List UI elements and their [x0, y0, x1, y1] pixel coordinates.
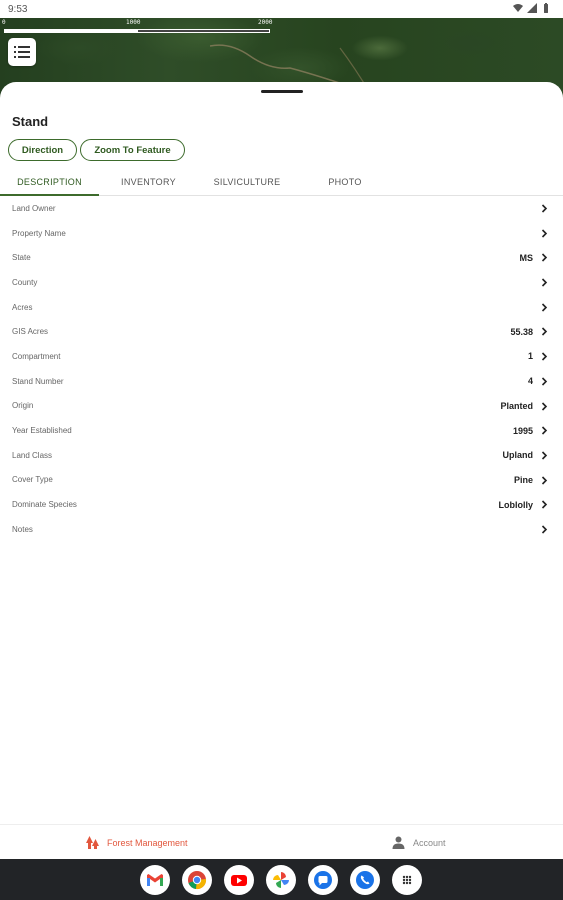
zoom-to-feature-button[interactable]: Zoom To Feature	[80, 139, 185, 161]
chevron-right-icon	[541, 525, 548, 534]
phone-icon	[356, 871, 374, 889]
chrome-app[interactable]	[182, 865, 212, 895]
app-drawer-icon	[398, 871, 416, 889]
attribute-row[interactable]: Dominate Species Loblolly	[0, 492, 563, 517]
attribute-label: Land Owner	[12, 203, 56, 213]
gmail-app[interactable]	[140, 865, 170, 895]
chevron-right-icon	[541, 401, 548, 411]
attribute-label: Year Established	[12, 426, 72, 436]
attribute-row[interactable]: Land Owner	[0, 196, 563, 221]
chevron-right-icon	[541, 204, 548, 213]
phone-app[interactable]	[350, 865, 380, 895]
attribute-label: Compartment	[12, 351, 61, 361]
attribute-value: 55.38	[510, 326, 533, 337]
attribute-label: Acres	[12, 302, 33, 312]
attribute-row[interactable]: Notes	[0, 517, 563, 542]
photos-icon	[273, 872, 289, 888]
messages-icon	[314, 871, 332, 889]
chevron-right-icon	[541, 352, 548, 361]
attribute-value: MS	[519, 252, 534, 263]
attribute-label: GIS Acres	[12, 327, 49, 337]
attribute-row[interactable]: Cover Type Pine	[0, 468, 563, 493]
scale-label-mid: 1000	[126, 19, 141, 26]
attribute-value: 4	[527, 376, 533, 387]
app-drawer[interactable]	[392, 865, 422, 895]
attribute-value: Upland	[502, 450, 534, 461]
direction-button[interactable]: Direction	[8, 139, 77, 161]
photos-app[interactable]	[266, 865, 296, 895]
nav-account[interactable]: Account	[392, 825, 446, 860]
youtube-app[interactable]	[224, 865, 254, 895]
attribute-label: Dominate Species	[12, 500, 77, 510]
chevron-right-icon	[541, 451, 548, 460]
taskbar	[0, 859, 563, 900]
chevron-right-icon	[541, 278, 548, 287]
stand-detail-sheet: Stand Direction Zoom To Feature DESCRIPT…	[0, 82, 563, 824]
attribute-value: Loblolly	[498, 499, 534, 510]
nav-forest-label: Forest Management	[107, 837, 188, 848]
scale-line	[4, 29, 270, 33]
chrome-icon	[188, 871, 207, 890]
attribute-list: Land Owner Property Name State MS County Acre…	[0, 196, 563, 542]
tab-silviculture[interactable]: SILVICULTURE	[198, 168, 296, 196]
attribute-row[interactable]: State MS	[0, 245, 563, 270]
bottom-navigation: Forest Management Account	[0, 824, 563, 859]
attribute-row[interactable]: Compartment 1	[0, 344, 563, 369]
attribute-label: State	[12, 253, 31, 263]
attribute-value: Planted	[500, 400, 533, 411]
chevron-right-icon	[541, 377, 548, 386]
chevron-right-icon	[541, 303, 548, 312]
attribute-row[interactable]: Stand Number 4	[0, 369, 563, 394]
attribute-row[interactable]: GIS Acres 55.38	[0, 319, 563, 344]
attribute-label: Notes	[12, 524, 33, 534]
youtube-icon	[231, 875, 247, 886]
tab-inventory[interactable]: INVENTORY	[99, 168, 198, 196]
messages-app[interactable]	[308, 865, 338, 895]
nav-forest-management[interactable]: Forest Management	[86, 825, 188, 860]
sheet-title: Stand	[12, 114, 49, 129]
status-bar: 9:53	[0, 0, 563, 18]
attribute-row[interactable]: County	[0, 270, 563, 295]
drag-handle[interactable]	[261, 90, 303, 93]
forest-icon	[86, 836, 99, 849]
attribute-row[interactable]: Acres	[0, 295, 563, 320]
chevron-right-icon	[541, 500, 548, 509]
person-icon	[392, 836, 405, 849]
attribute-label: Property Name	[12, 228, 66, 238]
list-icon	[14, 46, 30, 58]
tab-description[interactable]: DESCRIPTION	[0, 168, 99, 196]
battery-icon	[544, 3, 548, 13]
gmail-icon	[147, 874, 163, 886]
chevron-right-icon	[541, 253, 548, 262]
scale-label-start: 0	[2, 19, 6, 26]
attribute-row[interactable]: Origin Planted	[0, 394, 563, 419]
attribute-row[interactable]: Property Name	[0, 221, 563, 246]
nav-account-label: Account	[413, 837, 446, 848]
status-icons	[513, 3, 551, 13]
attribute-value: Pine	[513, 474, 533, 485]
chevron-right-icon	[541, 229, 548, 238]
layers-menu-button[interactable]	[8, 38, 36, 66]
attribute-label: Stand Number	[12, 376, 64, 386]
attribute-label: County	[12, 277, 38, 287]
attribute-row[interactable]: Land Class Upland	[0, 443, 563, 468]
map-scalebar: 0 1000 2000	[2, 19, 273, 33]
chevron-right-icon	[541, 475, 548, 485]
attribute-value: 1	[527, 351, 533, 362]
chevron-right-icon	[541, 426, 548, 435]
chevron-right-icon	[541, 327, 548, 337]
wifi-icon	[513, 4, 523, 12]
tab-photo[interactable]: PHOTO	[296, 168, 394, 196]
detail-tabs: DESCRIPTION INVENTORY SILVICULTURE PHOTO	[0, 168, 563, 196]
attribute-label: Cover Type	[12, 475, 53, 485]
attribute-label: Origin	[12, 401, 34, 411]
scale-label-end: 2000	[258, 19, 273, 26]
attribute-row[interactable]: Year Established 1995	[0, 418, 563, 443]
signal-icon	[527, 3, 537, 13]
status-time: 9:53	[8, 4, 28, 15]
attribute-value: 1995	[512, 425, 533, 436]
attribute-label: Land Class	[12, 450, 53, 460]
